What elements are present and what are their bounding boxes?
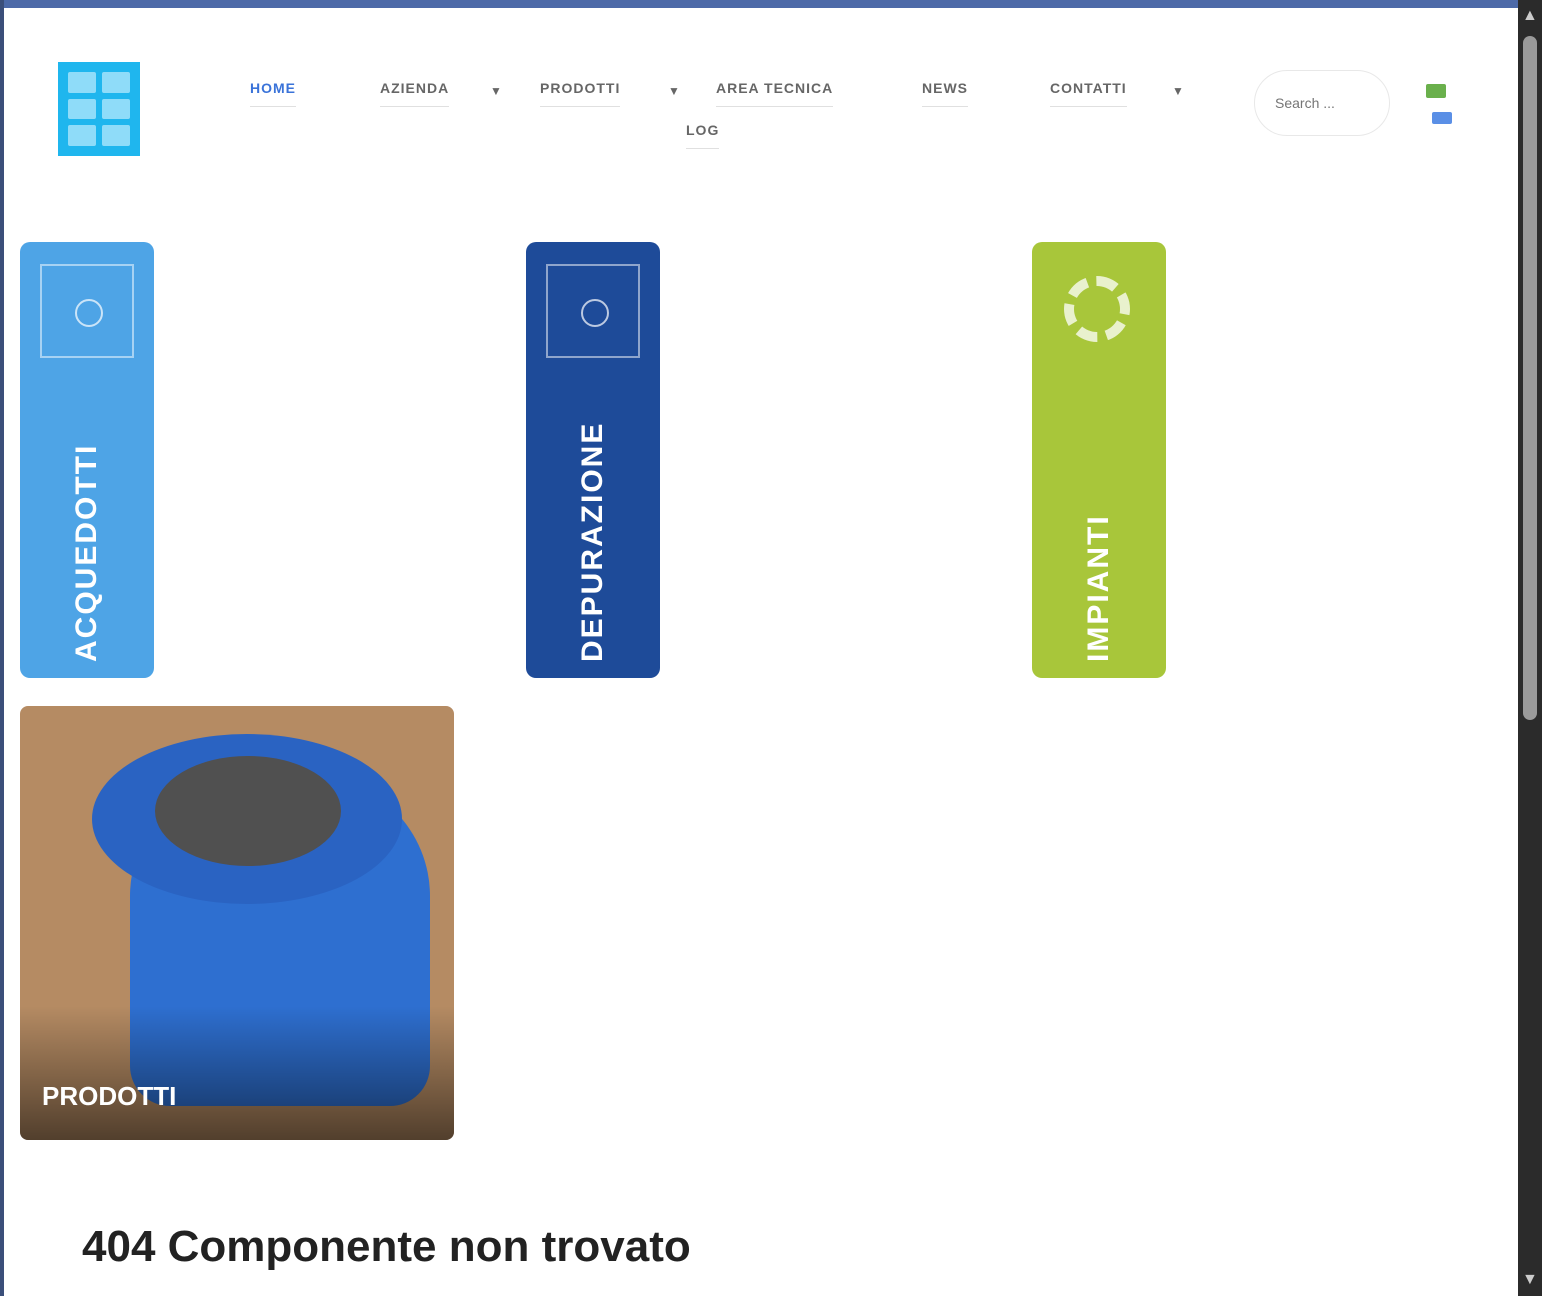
valve-bore-shape [155, 756, 341, 866]
card-label: ACQUEDOTTI [70, 443, 103, 662]
logo-block [68, 125, 96, 146]
card-depurazione[interactable]: DEPURAZIONE [526, 242, 660, 678]
gear-icon [1052, 264, 1146, 358]
nav-item-area-tecnica[interactable]: AREA TECNICA [716, 80, 834, 107]
card-acquedotti[interactable]: ACQUEDOTTI [20, 242, 154, 678]
scroll-down-arrow-icon[interactable]: ▼ [1522, 1272, 1538, 1288]
logo-block [102, 125, 130, 146]
pipe-flange-icon [40, 264, 134, 358]
logo-block [68, 72, 96, 93]
product-tile-label: PRODOTTI [42, 1081, 177, 1111]
chevron-down-icon[interactable]: ▼ [490, 84, 502, 98]
language-flag-icon[interactable] [1432, 112, 1452, 124]
valve-icon [546, 264, 640, 358]
vertical-scrollbar[interactable]: ▲ ▼ [1518, 0, 1542, 1296]
main-navigation: HOME AZIENDA ▼ PRODOTTI ▼ AREA TECNICA N… [244, 74, 1224, 164]
search-input[interactable] [1254, 70, 1390, 136]
scrollbar-thumb[interactable] [1523, 36, 1537, 720]
nav-item-azienda[interactable]: AZIENDA [380, 80, 450, 107]
logo-block [68, 98, 96, 120]
nav-item-contatti[interactable]: CONTATTI [1050, 80, 1127, 107]
product-image-tile[interactable]: PRODOTTI [20, 706, 454, 1140]
nav-item-prodotti[interactable]: PRODOTTI [540, 80, 621, 107]
nav-item-news[interactable]: NEWS [922, 80, 968, 107]
browser-viewport: HOME AZIENDA ▼ PRODOTTI ▼ AREA TECNICA N… [0, 0, 1522, 1296]
site-logo[interactable] [58, 62, 140, 156]
card-label: IMPIANTI [1082, 514, 1115, 662]
card-label: DEPURAZIONE [576, 421, 609, 662]
card-impianti[interactable]: IMPIANTI [1032, 242, 1166, 678]
nav-item-home[interactable]: HOME [250, 80, 296, 107]
nav-item-log[interactable]: LOG [686, 122, 720, 149]
chevron-down-icon[interactable]: ▼ [668, 84, 680, 98]
logo-block [102, 98, 130, 120]
logo-block [102, 72, 130, 93]
language-flag-icon[interactable] [1426, 84, 1446, 98]
page-title: 404 Componente non trovato [82, 1222, 691, 1271]
scroll-up-arrow-icon[interactable]: ▲ [1522, 8, 1538, 24]
image-gradient-overlay [20, 1006, 454, 1140]
chevron-down-icon[interactable]: ▼ [1172, 84, 1184, 98]
top-accent-bar [4, 0, 1522, 8]
